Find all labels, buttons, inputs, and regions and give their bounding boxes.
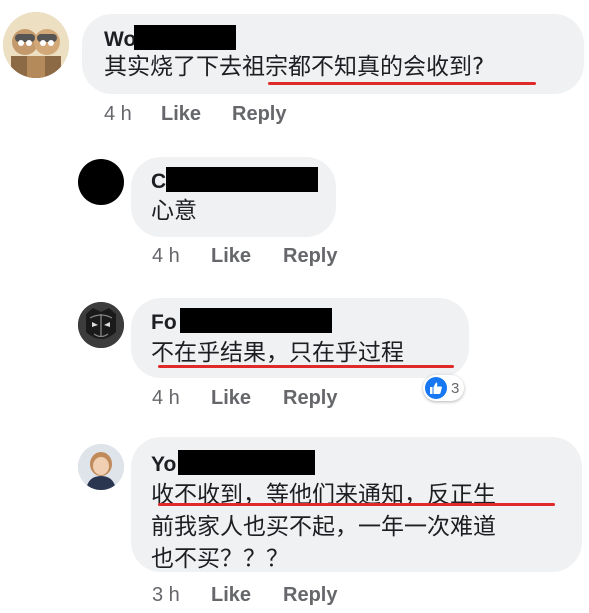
comment-text-line-1: 收不收到，等他们来通知，反正生 <box>151 482 496 508</box>
profile-photo-icon <box>78 444 124 490</box>
like-button[interactable]: Like <box>161 103 201 126</box>
commenter-name[interactable]: Yo <box>151 453 176 477</box>
panther-mask-icon <box>78 302 124 348</box>
like-button[interactable]: Like <box>211 387 251 410</box>
timestamp: 4 h <box>104 103 132 125</box>
highlight-underline <box>158 503 555 506</box>
commenter-name[interactable]: Wo <box>104 28 136 52</box>
reply-button[interactable]: Reply <box>283 387 337 410</box>
thumbs-up-icon <box>425 377 447 399</box>
comment-thread: Wo 其实烧了下去祖宗都不知真的会收到? 4 h Like Reply C 心意… <box>0 0 589 613</box>
redaction-bar <box>134 25 236 50</box>
reply-button[interactable]: Reply <box>283 245 337 268</box>
highlight-underline <box>268 82 536 85</box>
reply-button[interactable]: Reply <box>232 103 286 126</box>
cartoon-couple-icon <box>3 12 69 78</box>
timestamp: 4 h <box>152 245 180 267</box>
comment-text-line-3: 也不买？？？ <box>151 546 289 572</box>
redaction-bar <box>166 167 318 192</box>
like-button[interactable]: Like <box>211 584 251 607</box>
commenter-name[interactable]: C <box>151 170 166 194</box>
redaction-bar <box>178 450 315 475</box>
avatar[interactable] <box>78 444 124 490</box>
avatar[interactable] <box>78 302 124 348</box>
reply-button[interactable]: Reply <box>283 584 337 607</box>
like-button[interactable]: Like <box>211 245 251 268</box>
commenter-name[interactable]: Fo <box>151 311 177 335</box>
reaction-badge[interactable]: 3 <box>423 375 465 401</box>
comment-text: 其实烧了下去祖宗都不知真的会收到? <box>104 54 485 80</box>
timestamp: 4 h <box>152 387 180 409</box>
comment-text-line-2: 前我家人也买不起，一年一次难道 <box>151 514 496 540</box>
highlight-underline <box>158 365 454 368</box>
avatar[interactable] <box>78 159 124 205</box>
timestamp: 3 h <box>152 584 180 606</box>
comment-text: 心意 <box>151 198 197 224</box>
redaction-bar <box>180 308 332 333</box>
reaction-count: 3 <box>451 379 460 397</box>
avatar[interactable] <box>3 12 69 78</box>
